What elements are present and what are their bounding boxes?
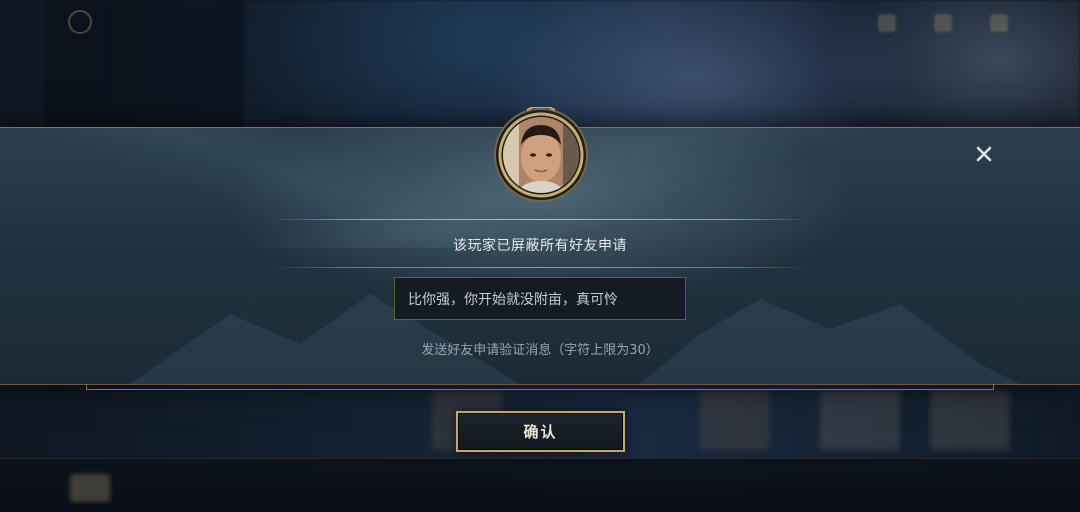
verification-message-input[interactable] [394, 277, 686, 320]
avatar-photo [503, 117, 579, 193]
background-top-icon-1 [878, 14, 896, 32]
person-portrait-icon [503, 117, 579, 193]
background-active-tab [70, 474, 110, 502]
background-bottom-nav [0, 458, 1080, 512]
dialog-under-frame [86, 384, 994, 390]
blocked-status-text: 该玩家已屏蔽所有好友申请 [453, 238, 627, 254]
character-limit-hint: 发送好友申请验证消息（字符上限为30） [421, 343, 659, 358]
divider-bottom [270, 267, 810, 268]
background-logo-icon [68, 10, 92, 34]
background-card [930, 390, 1010, 450]
confirm-button[interactable]: 确认 [456, 411, 625, 452]
close-icon [976, 146, 992, 162]
background-top-icon-2 [934, 14, 952, 32]
player-avatar [493, 107, 589, 203]
background-card [700, 390, 770, 450]
background-top-icon-3 [990, 14, 1008, 32]
background-card [820, 390, 900, 450]
divider-top [270, 219, 810, 220]
close-button[interactable] [972, 142, 996, 166]
